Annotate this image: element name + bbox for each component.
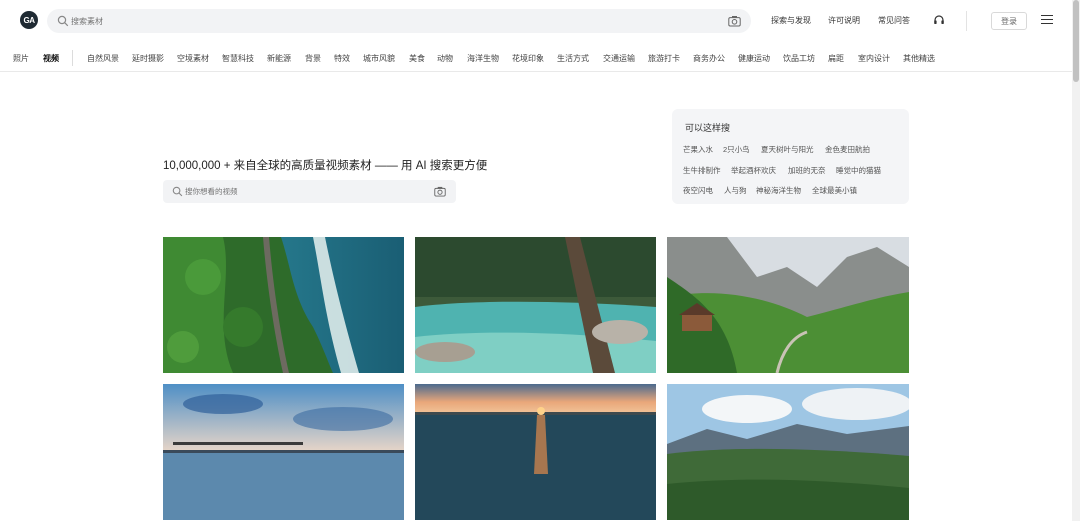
suggest-tag[interactable]: 睡觉中的猫猫 bbox=[836, 165, 881, 176]
login-button[interactable]: 登录 bbox=[991, 12, 1027, 30]
hero-search-bar[interactable] bbox=[163, 180, 456, 203]
category-item[interactable]: 特效 bbox=[334, 53, 350, 64]
category-item[interactable]: 空境素材 bbox=[177, 53, 209, 64]
category-item[interactable]: 扁距 bbox=[828, 53, 844, 64]
video-thumbnail-ocean-sunset[interactable] bbox=[415, 384, 656, 520]
suggest-tag[interactable]: 金色麦田航拍 bbox=[825, 144, 870, 155]
category-item[interactable]: 动物 bbox=[437, 53, 453, 64]
hamburger-menu-icon[interactable] bbox=[1041, 15, 1053, 25]
suggest-tag[interactable]: 夜空闪电 bbox=[683, 185, 713, 196]
suggest-tag[interactable]: 芒果入水 bbox=[683, 144, 713, 155]
search-icon bbox=[57, 15, 69, 27]
category-item[interactable]: 饮品工坊 bbox=[783, 53, 815, 64]
camera-search-icon[interactable] bbox=[434, 186, 446, 197]
suggest-tag[interactable]: 生牛排制作 bbox=[683, 165, 721, 176]
hero-search-input[interactable] bbox=[185, 184, 425, 199]
category-item[interactable]: 延时摄影 bbox=[132, 53, 164, 64]
category-photo[interactable]: 照片 bbox=[13, 53, 29, 64]
category-item[interactable]: 海洋生物 bbox=[467, 53, 499, 64]
logo-text: GA bbox=[23, 15, 36, 25]
scrollbar-thumb[interactable] bbox=[1073, 0, 1079, 82]
camera-search-icon[interactable] bbox=[728, 15, 741, 27]
nav-faq[interactable]: 常见问答 bbox=[878, 15, 910, 26]
site-logo[interactable]: GA bbox=[20, 11, 38, 29]
category-item[interactable]: 室内设计 bbox=[858, 53, 890, 64]
video-thumbnail-alpine-village[interactable] bbox=[667, 237, 909, 373]
category-item[interactable]: 其他精选 bbox=[903, 53, 935, 64]
suggest-tag[interactable]: 举起酒杯欢庆 bbox=[731, 165, 776, 176]
category-item[interactable]: 自然风景 bbox=[87, 53, 119, 64]
search-suggestions-panel: 可以这样搜 芒果入水 2只小鸟 夏天树叶与阳光 金色麦田航拍 生牛排制作 举起酒… bbox=[672, 109, 909, 204]
suggest-tag[interactable]: 夏天树叶与阳光 bbox=[761, 144, 814, 155]
category-bar: 照片 视频 自然风景 延时摄影 空境素材 智慧科技 新能源 背景 特效 城市风貌… bbox=[0, 42, 1072, 72]
suggest-tag[interactable]: 神秘海洋生物 bbox=[756, 185, 801, 196]
video-thumbnail-forest-river[interactable] bbox=[415, 237, 656, 373]
video-thumbnail-aerial-coast[interactable] bbox=[163, 237, 404, 373]
suggest-tag[interactable]: 加班的无奈 bbox=[788, 165, 826, 176]
category-item[interactable]: 背景 bbox=[305, 53, 321, 64]
global-search-bar[interactable] bbox=[47, 9, 751, 33]
headset-icon[interactable] bbox=[933, 14, 945, 26]
category-item[interactable]: 新能源 bbox=[267, 53, 291, 64]
top-header: GA 探索与发现 许可说明 常见问答 登录 bbox=[0, 0, 1072, 42]
suggest-tag[interactable]: 2只小鸟 bbox=[723, 144, 750, 155]
category-item[interactable]: 交通运输 bbox=[603, 53, 635, 64]
category-item[interactable]: 旅游打卡 bbox=[648, 53, 680, 64]
category-item[interactable]: 生活方式 bbox=[557, 53, 589, 64]
suggest-tag[interactable]: 人与狗 bbox=[724, 185, 747, 196]
category-video[interactable]: 视频 bbox=[43, 53, 59, 64]
page-scrollbar[interactable] bbox=[1072, 0, 1080, 521]
global-search-input[interactable] bbox=[71, 13, 711, 29]
category-divider bbox=[72, 50, 73, 66]
search-icon bbox=[172, 186, 183, 197]
nav-license[interactable]: 许可说明 bbox=[828, 15, 860, 26]
suggestions-title: 可以这样搜 bbox=[685, 123, 731, 133]
hero-title: 10,000,000 + 来自全球的高质量视频素材 —— 用 AI 搜索更方便 bbox=[163, 160, 488, 172]
header-divider bbox=[966, 11, 967, 31]
category-item[interactable]: 健康运动 bbox=[738, 53, 770, 64]
nav-explore[interactable]: 探索与发现 bbox=[771, 15, 811, 26]
category-item[interactable]: 商务办公 bbox=[693, 53, 725, 64]
suggest-tag[interactable]: 全球最美小镇 bbox=[812, 185, 857, 196]
category-item[interactable]: 智慧科技 bbox=[222, 53, 254, 64]
category-item[interactable]: 美食 bbox=[409, 53, 425, 64]
category-item[interactable]: 花境印象 bbox=[512, 53, 544, 64]
video-thumbnail-tropical-pier[interactable] bbox=[163, 384, 404, 520]
category-item[interactable]: 城市风貌 bbox=[363, 53, 395, 64]
video-thumbnail-mountain-forest[interactable] bbox=[667, 384, 909, 520]
